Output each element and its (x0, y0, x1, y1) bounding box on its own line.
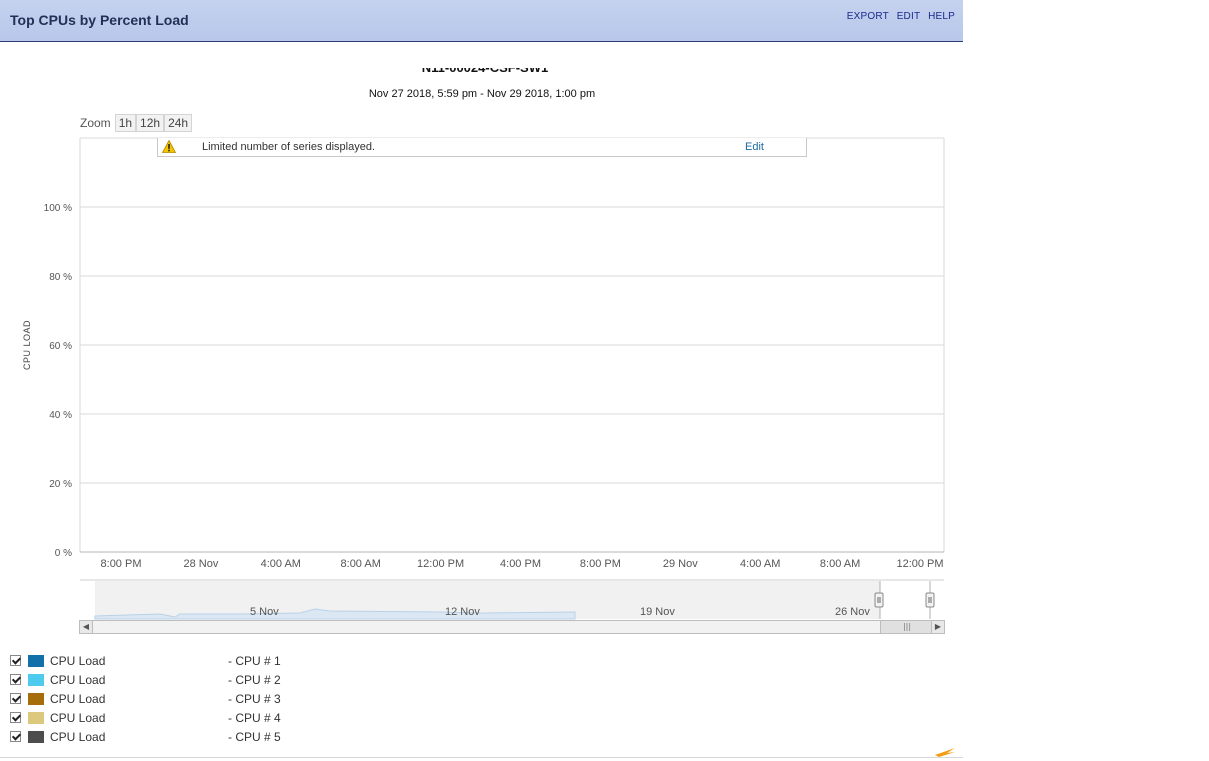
x-tick-label: 8:00 AM (820, 558, 860, 570)
legend-color-swatch (28, 673, 44, 686)
chart-legend: CPU Load N11-00024-CSF-SW1- CPU # 1 CPU Lo… (10, 651, 281, 746)
navigator-selected-range (880, 581, 930, 619)
legend-item[interactable]: CPU Load N11-00024-CSF-SW1- CPU # 3 (10, 689, 281, 708)
y-tick-label: 40 % (49, 410, 72, 421)
legend-checkbox[interactable] (10, 693, 21, 704)
legend-color-swatch (28, 654, 44, 667)
legend-color-swatch (28, 711, 44, 724)
legend-label-prefix: CPU Load (50, 672, 106, 687)
navigator-handle[interactable] (925, 592, 935, 608)
navigator-date-label: 12 Nov (445, 606, 480, 618)
x-tick-label: 12:00 PM (417, 558, 464, 570)
x-tick-label: 4:00 AM (740, 558, 780, 570)
legend-item[interactable]: CPU Load N11-00024-CSF-SW1- CPU # 4 (10, 708, 281, 727)
legend-color-swatch (28, 692, 44, 705)
x-tick-label: 12:00 PM (896, 558, 943, 570)
y-tick-label: 20 % (49, 479, 72, 490)
x-tick-label: 8:00 PM (101, 558, 142, 570)
x-tick-label: 4:00 AM (261, 558, 301, 570)
panel-bottom-border (0, 757, 963, 758)
legend-label-prefix: CPU Load (50, 710, 106, 725)
series-limit-warning: Limited number of series displayed. Edit (157, 138, 807, 157)
legend-label-suffix: - CPU # 3 (228, 691, 281, 706)
warning-text: Limited number of series displayed. (202, 141, 376, 153)
legend-label-node: N11-00024-CSF-SW1 (106, 672, 228, 687)
legend-color-swatch (28, 730, 44, 743)
x-tick-label: 28 Nov (183, 558, 218, 570)
legend-label-node: N11-00024-CSF-SW1 (106, 653, 228, 668)
legend-checkbox[interactable] (10, 731, 21, 742)
x-tick-label: 8:00 AM (341, 558, 381, 570)
navigator-date-label: 26 Nov (835, 606, 870, 618)
scroll-left-arrow-icon[interactable]: ◀ (80, 621, 93, 633)
legend-label-suffix: - CPU # 4 (228, 710, 281, 725)
legend-label-node: N11-00024-CSF-SW1 (106, 691, 228, 706)
y-tick-label: 60 % (49, 341, 72, 352)
navigator-date-label: 19 Nov (640, 606, 675, 618)
y-tick-label: 100 % (44, 203, 72, 214)
resource-panel: Top CPUs by Percent Load EXPORT EDIT HEL… (0, 0, 963, 758)
legend-label-prefix: CPU Load (50, 729, 106, 744)
legend-item[interactable]: CPU Load N11-00024-CSF-SW1- CPU # 2 (10, 670, 281, 689)
cpu-load-chart: 0 % 20 % 40 % 60 % 80 % 100 % 8:00 PM 28 Nov 4:… (44, 137, 945, 620)
legend-label-prefix: CPU Load (50, 653, 106, 668)
y-tick-label: 80 % (49, 272, 72, 283)
legend-checkbox[interactable] (10, 655, 21, 666)
navigator-date-label: 5 Nov (250, 606, 279, 618)
x-tick-label: 29 Nov (663, 558, 698, 570)
warning-icon (162, 140, 176, 153)
navigator-scrollbar[interactable]: ◀ ||| ▶ (79, 620, 945, 634)
scroll-right-arrow-icon[interactable]: ▶ (931, 621, 944, 633)
legend-label-node: N11-00024-CSF-SW1 (106, 729, 228, 744)
navigator-handle[interactable] (874, 592, 884, 608)
legend-checkbox[interactable] (10, 674, 21, 685)
legend-checkbox[interactable] (10, 712, 21, 723)
warning-edit-link[interactable]: Edit (745, 141, 764, 153)
legend-label-suffix: - CPU # 1 (228, 653, 281, 668)
scrollbar-thumb[interactable]: ||| (880, 621, 934, 633)
legend-label-prefix: CPU Load (50, 691, 106, 706)
x-tick-label: 4:00 PM (500, 558, 541, 570)
legend-label-suffix: - CPU # 5 (228, 729, 281, 744)
legend-label-node: N11-00024-CSF-SW1 (106, 710, 228, 725)
y-tick-label: 0 % (55, 548, 72, 559)
legend-item[interactable]: CPU Load N11-00024-CSF-SW1- CPU # 5 (10, 727, 281, 746)
legend-label-suffix: - CPU # 2 (228, 672, 281, 687)
legend-item[interactable]: CPU Load N11-00024-CSF-SW1- CPU # 1 (10, 651, 281, 670)
x-tick-label: 8:00 PM (580, 558, 621, 570)
